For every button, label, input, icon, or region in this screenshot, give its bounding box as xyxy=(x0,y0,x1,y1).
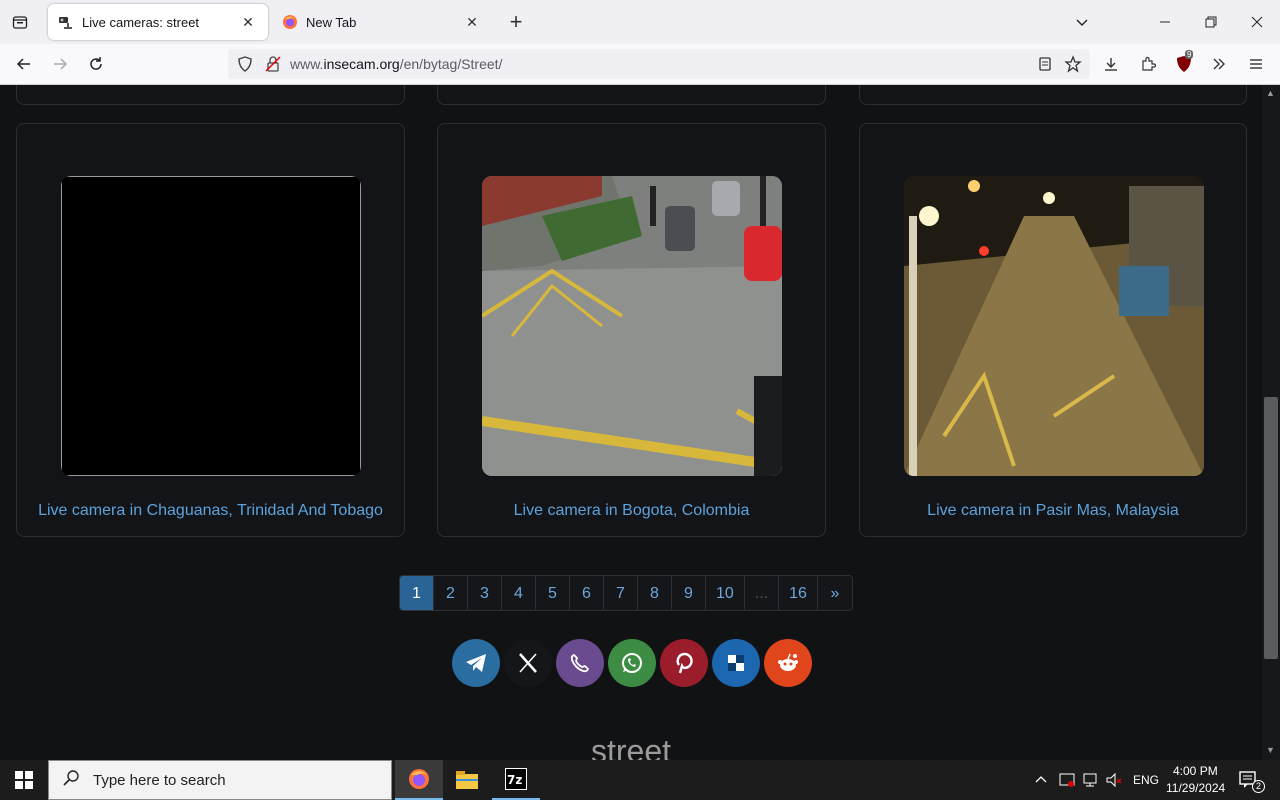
svg-text:7z: 7z xyxy=(507,773,522,787)
pagination: 1 2 3 4 5 6 7 8 9 10 ... 16 » xyxy=(399,575,853,611)
page-2-button[interactable]: 2 xyxy=(434,576,468,610)
firefox-icon xyxy=(282,14,298,30)
scroll-down-arrow-icon[interactable]: ▼ xyxy=(1266,745,1275,755)
x-icon[interactable] xyxy=(504,639,552,687)
notifications-icon[interactable]: 2 xyxy=(1238,770,1265,795)
tracking-shield-icon[interactable] xyxy=(236,55,254,78)
reddit-icon[interactable] xyxy=(764,639,812,687)
tab-list-icon[interactable] xyxy=(6,8,34,36)
camera-card-partial xyxy=(437,85,826,105)
search-icon xyxy=(63,769,81,792)
windows-taskbar: Type here to search 7z ENG 4:00 PM 11/29… xyxy=(0,760,1280,800)
insecure-lock-icon[interactable] xyxy=(264,55,282,78)
pinterest-icon[interactable] xyxy=(660,639,708,687)
scroll-up-arrow-icon[interactable]: ▲ xyxy=(1266,88,1275,98)
next-page-button[interactable]: » xyxy=(817,576,852,610)
new-tab-plus-icon[interactable]: + xyxy=(502,8,530,36)
camera-link[interactable]: Live camera in Pasir Mas, Malaysia xyxy=(860,502,1246,520)
security-tray-icon[interactable] xyxy=(1058,771,1076,794)
close-icon[interactable]: ✕ xyxy=(238,12,258,32)
ublock-shield-icon[interactable]: 9 xyxy=(1170,50,1198,78)
forward-arrow-icon[interactable] xyxy=(46,50,74,78)
camera-card: Live camera in Chaguanas, Trinidad And T… xyxy=(16,123,405,537)
back-arrow-icon[interactable] xyxy=(10,50,38,78)
tab-new-tab[interactable]: New Tab ✕ xyxy=(272,4,492,40)
page-5-button[interactable]: 5 xyxy=(536,576,570,610)
camera-thumbnail-blank[interactable] xyxy=(61,176,361,476)
downloads-icon[interactable] xyxy=(1097,50,1125,78)
reload-icon[interactable] xyxy=(82,50,110,78)
file-explorer-icon[interactable] xyxy=(443,760,491,800)
telegram-icon[interactable] xyxy=(452,639,500,687)
tab-bar: Live cameras: street ✕ New Tab ✕ + xyxy=(0,0,1280,44)
7zip-icon[interactable]: 7z xyxy=(492,760,540,800)
camera-card: Live camera in Bogota, Colombia xyxy=(437,123,826,537)
windows-start-icon[interactable] xyxy=(0,760,48,800)
language-indicator[interactable]: ENG xyxy=(1133,773,1159,787)
address-bar[interactable]: www.insecam.org/en/bytag/Street/ xyxy=(228,49,1090,79)
page-4-button[interactable]: 4 xyxy=(502,576,536,610)
reader-view-icon[interactable] xyxy=(1031,50,1059,78)
camera-thumbnail-pasir-mas[interactable] xyxy=(904,176,1204,476)
camera-thumbnail-bogota[interactable] xyxy=(482,176,782,476)
scroll-thumb[interactable] xyxy=(1264,397,1278,659)
restore-icon[interactable] xyxy=(1197,8,1225,36)
clock-date[interactable]: 11/29/2024 xyxy=(1166,781,1225,795)
bookmark-star-icon[interactable] xyxy=(1059,50,1087,78)
menu-hamburger-icon[interactable] xyxy=(1242,50,1270,78)
camera-card-partial xyxy=(859,85,1247,105)
camera-favicon-icon xyxy=(58,14,74,30)
page-9-button[interactable]: 9 xyxy=(672,576,706,610)
clock-time[interactable]: 4:00 PM xyxy=(1173,764,1218,778)
firefox-taskbar-icon[interactable] xyxy=(395,760,443,800)
pagination-ellipsis: ... xyxy=(744,576,780,610)
extension-badge: 9 xyxy=(1185,50,1194,59)
more-tools-chevron-icon[interactable] xyxy=(1205,50,1233,78)
delicious-icon[interactable] xyxy=(712,639,760,687)
tab-live-cameras[interactable]: Live cameras: street ✕ xyxy=(48,4,268,40)
page-7-button[interactable]: 7 xyxy=(604,576,638,610)
list-all-tabs-chevron-icon[interactable] xyxy=(1068,8,1096,36)
page-3-button[interactable]: 3 xyxy=(468,576,502,610)
window-close-icon[interactable] xyxy=(1243,8,1271,36)
camera-link[interactable]: Live camera in Chaguanas, Trinidad And T… xyxy=(17,502,404,520)
page-6-button[interactable]: 6 xyxy=(570,576,604,610)
page-8-button[interactable]: 8 xyxy=(638,576,672,610)
search-placeholder: Type here to search xyxy=(93,771,226,789)
tab-title: Live cameras: street xyxy=(82,14,200,30)
camera-card-partial xyxy=(16,85,405,105)
notification-count: 2 xyxy=(1252,780,1265,793)
close-icon[interactable]: ✕ xyxy=(462,12,482,32)
tab-title: New Tab xyxy=(306,14,357,30)
url-text: www.insecam.org/en/bytag/Street/ xyxy=(290,56,503,72)
network-icon[interactable] xyxy=(1082,771,1100,794)
page-scrollbar[interactable]: ▲ ▼ xyxy=(1262,85,1280,760)
camera-link[interactable]: Live camera in Bogota, Colombia xyxy=(438,502,825,520)
navigation-toolbar: www.insecam.org/en/bytag/Street/ 9 xyxy=(0,44,1280,85)
page-content: Live camera in Chaguanas, Trinidad And T… xyxy=(0,85,1262,760)
minimize-icon[interactable] xyxy=(1151,8,1179,36)
extensions-puzzle-icon[interactable] xyxy=(1134,50,1162,78)
camera-card: Live camera in Pasir Mas, Malaysia xyxy=(859,123,1247,537)
tag-heading: street xyxy=(590,733,672,760)
volume-muted-icon[interactable] xyxy=(1105,771,1123,794)
viber-icon[interactable] xyxy=(556,639,604,687)
page-10-button[interactable]: 10 xyxy=(706,576,745,610)
show-hidden-icons-chevron-icon[interactable] xyxy=(1034,772,1048,791)
taskbar-search-box[interactable]: Type here to search xyxy=(48,760,392,800)
page-1-button[interactable]: 1 xyxy=(400,576,434,610)
whatsapp-icon[interactable] xyxy=(608,639,656,687)
share-buttons xyxy=(452,639,812,687)
page-16-button[interactable]: 16 xyxy=(779,576,818,610)
